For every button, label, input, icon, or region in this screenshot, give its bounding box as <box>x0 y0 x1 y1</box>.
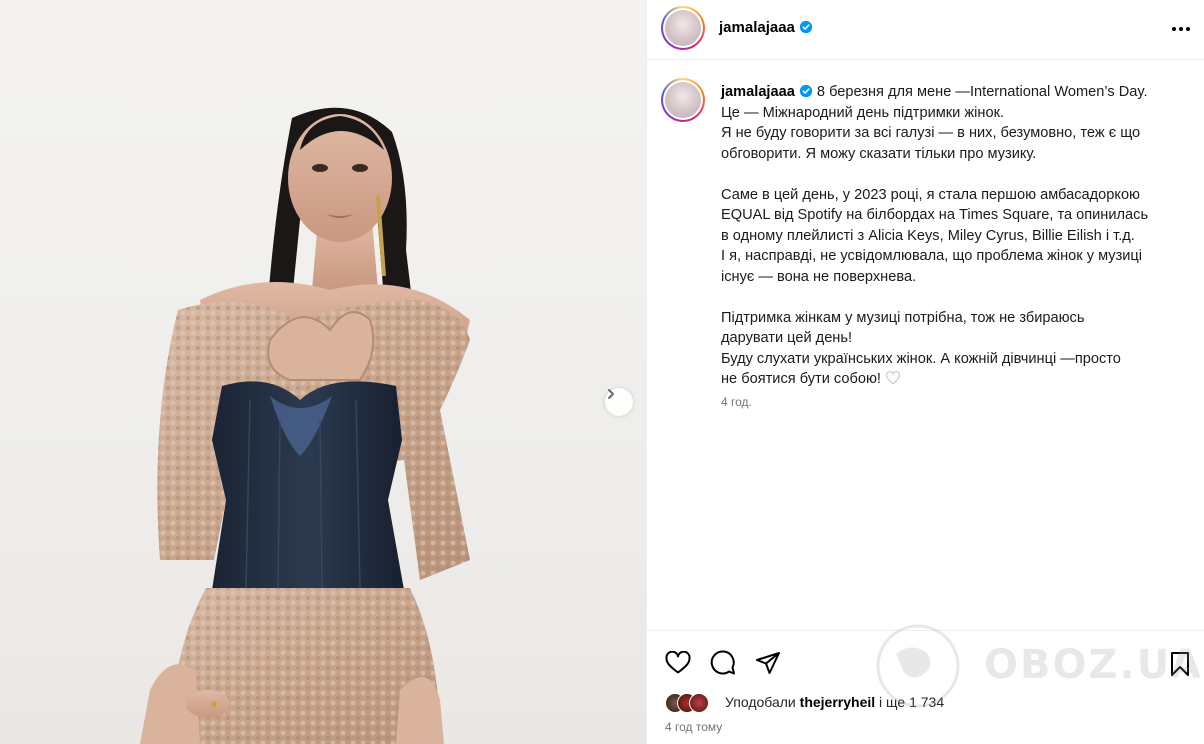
caption-avatar[interactable] <box>661 78 705 122</box>
caption-line: дарувати цей день! <box>721 330 853 346</box>
likes-count[interactable]: і ще 1 734 <box>875 694 944 710</box>
avatar[interactable] <box>661 6 705 50</box>
verified-badge-icon <box>799 84 812 98</box>
caption-line: EQUAL від Spotify на білбордах на Times … <box>721 207 1149 223</box>
caption-line: І я, насправді, не усвідомлювала, що про… <box>721 248 1143 264</box>
action-bar <box>647 630 1204 744</box>
share-icon[interactable] <box>755 651 781 675</box>
caption-line: в одному плейлисті з Alicia Keys, Miley … <box>721 227 1135 244</box>
post-header: jamalajaaa <box>647 0 1204 60</box>
comment-icon[interactable] <box>710 650 736 676</box>
caption-username[interactable]: jamalajaaa <box>721 84 795 100</box>
liked-by-user-link[interactable]: thejerryheil <box>800 694 875 710</box>
heart-icon[interactable] <box>665 651 691 675</box>
caption-line: існує — вона не поверхнева. <box>721 268 917 285</box>
caption-line: Я не буду говорити за всі галузі — в них… <box>721 125 1141 141</box>
likes-summary[interactable]: Уподобали thejerryheil і ще 1 734 <box>725 694 944 710</box>
caption-line: обговорити. Я можу сказати тільки про му… <box>721 145 1037 162</box>
white-heart-emoji-icon <box>886 371 900 385</box>
chevron-right-icon <box>608 389 614 399</box>
more-options-icon[interactable] <box>1171 19 1191 39</box>
caption-timestamp[interactable]: 4 год. <box>721 395 752 409</box>
verified-badge-icon <box>799 20 813 34</box>
photo-illustration <box>140 107 471 744</box>
bookmark-icon[interactable] <box>1169 651 1191 677</box>
next-photo-button[interactable] <box>605 388 633 416</box>
caption-line: не боятися бути собою! <box>721 371 886 387</box>
likes-prefix: Уподобали <box>725 694 796 710</box>
caption-line: Підтримка жінкам у музиці потрібна, тож … <box>721 309 1085 326</box>
post-timestamp[interactable]: 4 год тому <box>665 720 722 734</box>
post-photo[interactable] <box>0 0 646 744</box>
caption-line: Буду слухати українських жінок. А кожній… <box>721 350 1121 367</box>
post-caption: jamalajaaa 8 березня для мене —Internati… <box>721 82 1161 390</box>
caption-line: Саме в цей день, у 2023 році, я стала пе… <box>721 186 1141 203</box>
caption-line: Це — Міжнародний день підтримки жінок. <box>721 104 1005 121</box>
post-sidebar: jamalajaaa jamalajaaa 8 березня для мене… <box>646 0 1204 744</box>
username-link[interactable]: jamalajaaa <box>719 19 795 36</box>
liked-by-avatars[interactable] <box>665 693 721 713</box>
caption-line: 8 березня для мене —International Women’… <box>816 84 1148 100</box>
